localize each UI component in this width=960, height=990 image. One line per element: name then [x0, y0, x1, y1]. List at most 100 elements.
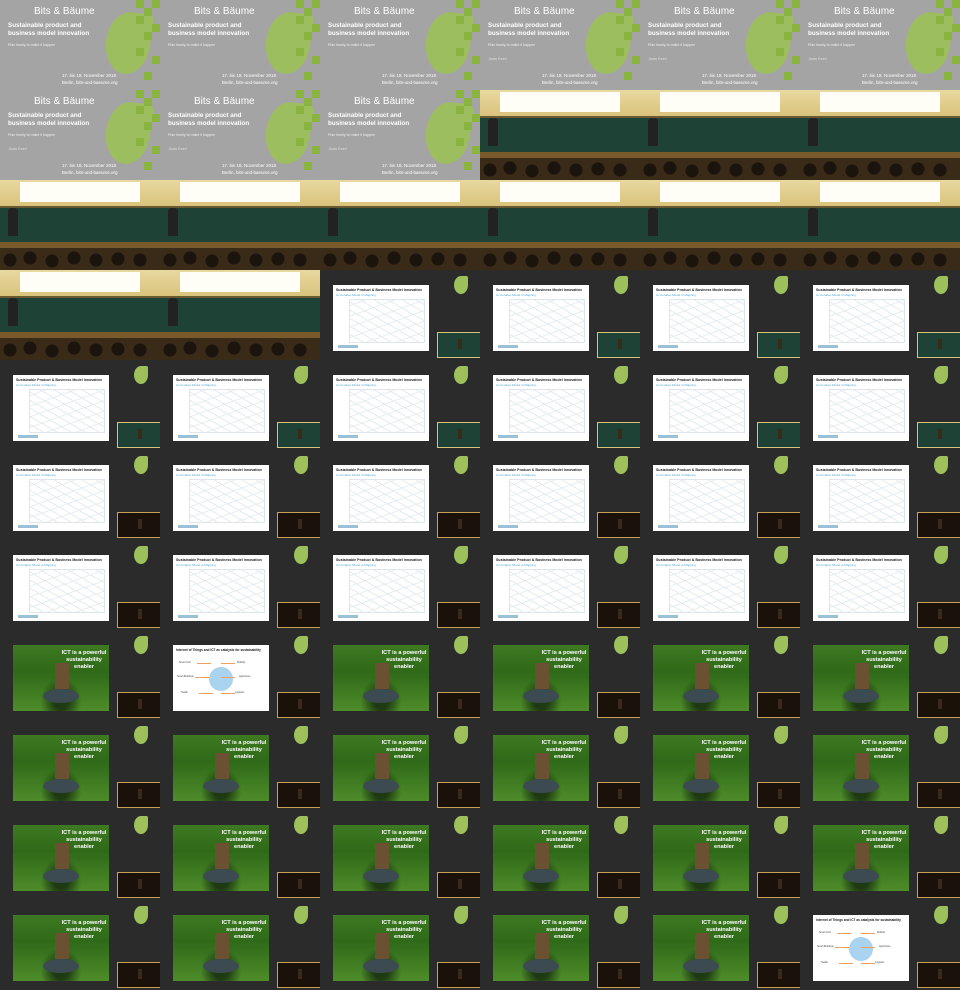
video-thumbnail[interactable]: ICT is a powerful sustainability enabler	[320, 630, 480, 720]
video-thumbnail[interactable]: ICT is a powerful sustainability enabler	[800, 720, 960, 810]
video-thumbnail[interactable]: Sustainable Product & Business Model Inn…	[320, 360, 480, 450]
model-diagram	[829, 569, 905, 613]
slide-title: Sustainable Product & Business Model Inn…	[816, 378, 902, 382]
video-thumbnail[interactable]: ICT is a powerful sustainability enabler	[640, 630, 800, 720]
slide-title: Sustainable Product & Business Model Inn…	[496, 288, 582, 292]
video-thumbnail[interactable]	[800, 90, 960, 180]
video-thumbnail[interactable]	[800, 180, 960, 270]
video-thumbnail[interactable]: Sustainable Product & Business Model Inn…	[800, 270, 960, 360]
video-thumbnail[interactable]: Sustainable Product & Business Model Inn…	[0, 360, 160, 450]
video-thumbnail[interactable]: Sustainable Product & Business Model Inn…	[320, 450, 480, 540]
video-thumbnail[interactable]: Sustainable Product & Business Model Inn…	[160, 360, 320, 450]
video-thumbnail[interactable]: Sustainable Product & Business Model Inn…	[480, 360, 640, 450]
chalkboard	[480, 206, 640, 245]
video-thumbnail[interactable]	[160, 270, 320, 360]
speaker-camera-inset	[277, 602, 320, 628]
video-thumbnail[interactable]: Sustainable Product & Business Model Inn…	[480, 270, 640, 360]
video-thumbnail[interactable]: Bits & Bäume Sustainable product and busi…	[320, 0, 480, 90]
leaf-logo-icon	[614, 906, 628, 924]
pond-image	[43, 779, 79, 793]
video-thumbnail[interactable]	[320, 180, 480, 270]
video-thumbnail[interactable]: ICT is a powerful sustainability enabler	[640, 720, 800, 810]
video-thumbnail[interactable]: ICT is a powerful sustainability enabler	[0, 630, 160, 720]
video-thumbnail[interactable]: ICT is a powerful sustainability enabler	[0, 720, 160, 810]
video-thumbnail[interactable]: ICT is a powerful sustainability enabler	[320, 720, 480, 810]
video-thumbnail[interactable]: ICT is a powerful sustainability enabler	[160, 720, 320, 810]
video-thumbnail[interactable]: Sustainable Product & Business Model Inn…	[800, 360, 960, 450]
video-thumbnail[interactable]: Sustainable Product & Business Model Inn…	[0, 450, 160, 540]
diagram-label: Health	[821, 961, 828, 964]
presentation-slide: Sustainable Product & Business Model Inn…	[653, 465, 749, 531]
video-thumbnail[interactable]: ICT is a powerful sustainability enabler	[480, 810, 640, 900]
video-thumbnail[interactable]: Sustainable Product & Business Model Inn…	[320, 270, 480, 360]
video-thumbnail[interactable]: Sustainable Product & Business Model Inn…	[160, 450, 320, 540]
video-thumbnail[interactable]: ICT is a powerful sustainability enabler	[320, 810, 480, 900]
video-thumbnail[interactable]: ICT is a powerful sustainability enabler	[160, 810, 320, 900]
speaker-camera-inset	[277, 422, 320, 448]
leaf-logo-icon	[934, 276, 948, 294]
pixel-pattern-icon	[296, 0, 320, 90]
video-thumbnail[interactable]: ICT is a powerful sustainability enabler	[480, 720, 640, 810]
projection-screen	[660, 92, 780, 112]
video-thumbnail[interactable]: Bits & Bäume Sustainable product and busi…	[160, 0, 320, 90]
video-thumbnail[interactable]: ICT is a powerful sustainability enabler	[0, 900, 160, 990]
slide-heading: Sustainable product and business model i…	[488, 22, 570, 37]
video-thumbnail[interactable]	[0, 270, 160, 360]
video-thumbnail[interactable]: ICT is a powerful sustainability enabler	[640, 900, 800, 990]
video-thumbnail[interactable]: Sustainable Product & Business Model Inn…	[0, 540, 160, 630]
video-thumbnail[interactable]: Sustainable Product & Business Model Inn…	[640, 540, 800, 630]
video-thumbnail[interactable]: Internet of Things and ICT as catalysts …	[160, 630, 320, 720]
video-thumbnail[interactable]: Bits & Bäume Sustainable product and busi…	[800, 0, 960, 90]
video-thumbnail[interactable]	[640, 90, 800, 180]
video-thumbnail[interactable]	[480, 90, 640, 180]
leaf-logo-icon	[454, 636, 468, 654]
video-thumbnail[interactable]: Bits & Bäume Sustainable product and busi…	[480, 0, 640, 90]
video-thumbnail[interactable]: Sustainable Product & Business Model Inn…	[640, 360, 800, 450]
video-thumbnail[interactable]: Internet of Things and ICT as catalysts …	[800, 900, 960, 990]
video-thumbnail[interactable]: Sustainable Product & Business Model Inn…	[800, 450, 960, 540]
video-thumbnail[interactable]: Bits & Bäume Sustainable product and busi…	[640, 0, 800, 90]
leaf-logo-icon	[294, 726, 308, 744]
video-thumbnail[interactable]: ICT is a powerful sustainability enabler	[800, 810, 960, 900]
pond-image	[843, 689, 879, 703]
leaf-logo-icon	[454, 726, 468, 744]
video-thumbnail[interactable]	[160, 180, 320, 270]
slide-title: Internet of Things and ICT as catalysts …	[816, 918, 901, 922]
video-thumbnail[interactable]: Sustainable Product & Business Model Inn…	[640, 450, 800, 540]
video-thumbnail[interactable]: ICT is a powerful sustainability enabler	[640, 810, 800, 900]
video-thumbnail[interactable]: Bits & Bäume Sustainable product and busi…	[160, 90, 320, 180]
video-thumbnail[interactable]: ICT is a powerful sustainability enabler	[480, 630, 640, 720]
model-diagram	[29, 389, 105, 433]
slide-subtitle: An Iterative Model of Mapping	[816, 563, 856, 567]
video-thumbnail[interactable]: ICT is a powerful sustainability enabler	[160, 900, 320, 990]
leaf-logo-icon	[934, 816, 948, 834]
pixel-pattern-icon	[136, 90, 160, 180]
video-thumbnail[interactable]: ICT is a powerful sustainability enabler	[0, 810, 160, 900]
presentation-slide: Sustainable Product & Business Model Inn…	[493, 465, 589, 531]
video-thumbnail[interactable]: Sustainable Product & Business Model Inn…	[160, 540, 320, 630]
video-thumbnail[interactable]: ICT is a powerful sustainability enabler	[800, 630, 960, 720]
video-thumbnail[interactable]: Sustainable Product & Business Model Inn…	[800, 540, 960, 630]
speaker-figure	[808, 118, 818, 146]
video-thumbnail[interactable]: Sustainable Product & Business Model Inn…	[480, 450, 640, 540]
leaf-logo-icon	[774, 456, 788, 474]
model-diagram	[669, 569, 745, 613]
video-thumbnail[interactable]: Sustainable Product & Business Model Inn…	[640, 270, 800, 360]
institute-logo-icon	[338, 345, 358, 348]
presentation-slide: Sustainable Product & Business Model Inn…	[13, 375, 109, 441]
series-title: Bits & Bäume	[354, 6, 415, 17]
video-thumbnail[interactable]	[0, 180, 160, 270]
video-thumbnail[interactable]	[480, 180, 640, 270]
slide-statement: ICT is a powerful sustainability enabler	[381, 650, 427, 670]
projection-screen	[500, 92, 620, 112]
video-thumbnail[interactable]: ICT is a powerful sustainability enabler	[480, 900, 640, 990]
video-thumbnail[interactable]: Sustainable Product & Business Model Inn…	[480, 540, 640, 630]
video-thumbnail[interactable]: Sustainable Product & Business Model Inn…	[320, 540, 480, 630]
model-diagram	[669, 479, 745, 523]
slide-statement: ICT is a powerful sustainability enabler	[221, 920, 267, 940]
video-thumbnail[interactable]	[640, 180, 800, 270]
video-thumbnail[interactable]: Bits & Bäume Sustainable product and busi…	[0, 0, 160, 90]
video-thumbnail[interactable]: ICT is a powerful sustainability enabler	[320, 900, 480, 990]
video-thumbnail[interactable]: Bits & Bäume Sustainable product and busi…	[0, 90, 160, 180]
video-thumbnail[interactable]: Bits & Bäume Sustainable product and busi…	[320, 90, 480, 180]
